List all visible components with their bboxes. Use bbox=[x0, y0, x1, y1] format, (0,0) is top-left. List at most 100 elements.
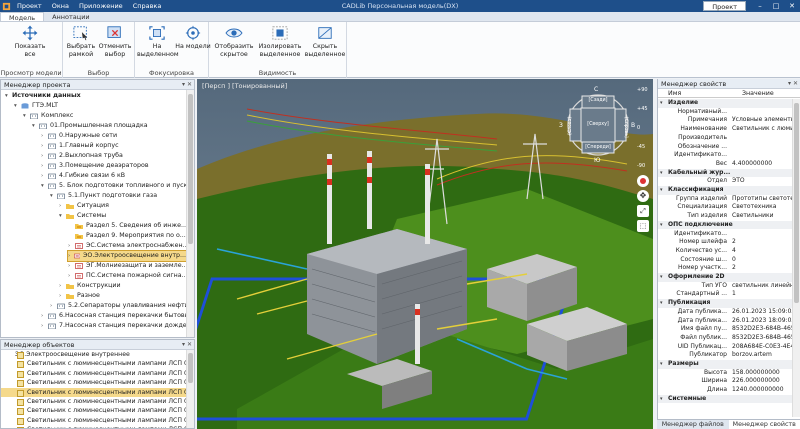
property-row[interactable]: Примечания Условные элементы bbox=[658, 116, 792, 125]
property-row[interactable]: Ширина 226.000000000 bbox=[658, 377, 792, 386]
focus-selected-button[interactable]: На выделенном bbox=[137, 25, 179, 58]
tree-node[interactable]: › 1.Главный корпус bbox=[41, 141, 119, 151]
property-row[interactable]: Отдел ЭТО bbox=[658, 177, 792, 186]
property-row[interactable]: Обозначение ... bbox=[658, 143, 792, 152]
expand-arrow-icon[interactable]: ▾ bbox=[59, 211, 66, 221]
tree-node[interactable]: › 0.Наружные сети bbox=[41, 131, 117, 141]
property-row[interactable]: Идентификато... bbox=[658, 151, 792, 160]
property-row[interactable]: Нормативный... bbox=[658, 108, 792, 117]
property-section[interactable]: Оформление 2D bbox=[658, 273, 792, 282]
expand-arrow-icon[interactable]: ▾ bbox=[23, 111, 30, 121]
project-tree-scrollbar[interactable] bbox=[186, 90, 194, 337]
tree-node[interactable]: › 2.Выхлопная труба bbox=[41, 151, 123, 161]
property-section[interactable]: Классификация bbox=[658, 186, 792, 195]
tree-node[interactable]: › 6.Насосная станция перекачки бытовых ..… bbox=[41, 311, 186, 321]
cube-face-top[interactable]: [Сзади] bbox=[583, 98, 613, 103]
property-row[interactable]: Имя файл пу... 8532D2E3-684B-465... bbox=[658, 325, 792, 334]
expand-arrow-icon[interactable]: › bbox=[41, 171, 48, 181]
tree-node[interactable]: ▾ Источники данных bbox=[5, 91, 81, 101]
ribbon-tab[interactable]: Аннотации bbox=[44, 12, 98, 21]
property-grid-scrollbar[interactable] bbox=[792, 99, 800, 417]
property-section[interactable]: Кабельный жур... bbox=[658, 168, 792, 178]
expand-arrow-icon[interactable]: › bbox=[59, 291, 66, 301]
pan-icon[interactable]: ✥ bbox=[637, 190, 649, 202]
object-list-item[interactable]: Светильник с люминесцентными лампами ЛСП… bbox=[1, 369, 186, 379]
hide-selected-button[interactable]: Скрыть выделенное bbox=[303, 25, 347, 58]
menu-item[interactable]: Проект bbox=[12, 0, 47, 12]
property-row[interactable]: Тип УГО светильник линейн... bbox=[658, 282, 792, 291]
cube-face-center[interactable]: [Сверху] bbox=[583, 122, 613, 127]
bottom-tab[interactable]: Менеджер файлов bbox=[657, 420, 729, 429]
property-section[interactable]: Размеры bbox=[658, 360, 792, 369]
column-value[interactable]: Значение bbox=[732, 89, 774, 97]
object-list-scrollbar[interactable] bbox=[186, 350, 194, 428]
property-section[interactable]: ОПС подключение bbox=[658, 220, 792, 230]
tree-node[interactable]: › 3.Помещение деаэраторов bbox=[41, 161, 149, 171]
expand-arrow-icon[interactable]: › bbox=[41, 131, 48, 141]
property-row[interactable]: Дата публика... 26.01.2023 18:09:03 bbox=[658, 317, 792, 326]
expand-arrow-icon[interactable]: › bbox=[59, 201, 66, 211]
tree-node[interactable]: › 5.2.Сепараторы улавливания нефти bbox=[50, 301, 186, 311]
zoom-extents-icon[interactable]: ⤢ bbox=[637, 205, 649, 217]
expand-arrow-icon[interactable]: ▾ bbox=[50, 191, 57, 201]
isolate-selected-button[interactable]: Изолировать выделенное bbox=[257, 25, 303, 58]
property-row[interactable]: UID Публикац... 208A684E-C0E3-4E4... bbox=[658, 343, 792, 352]
zoom-window-icon[interactable]: ⬚ bbox=[637, 220, 649, 232]
property-row[interactable]: Группа изделий Прототипы светоте... bbox=[658, 195, 792, 204]
menu-item[interactable]: Приложение bbox=[74, 0, 128, 12]
expand-arrow-icon[interactable]: › bbox=[41, 321, 48, 331]
property-row[interactable]: Идентификато... bbox=[658, 230, 792, 239]
property-row[interactable]: Номер участк... 2 bbox=[658, 264, 792, 273]
tree-node[interactable]: ▾ 5. Блок подготовки топливного и пусков.… bbox=[41, 181, 186, 191]
close-icon[interactable]: ✕ bbox=[784, 0, 800, 12]
tree-node[interactable]: › Конструкции bbox=[59, 281, 121, 291]
property-row[interactable]: Стандартный ... 1 bbox=[658, 290, 792, 299]
view-cube[interactable]: [Сзади] [Сверху] [Спереди] [Слева] [Спра… bbox=[559, 84, 635, 166]
panel-pin-icon[interactable]: ▾ ✕ bbox=[182, 340, 192, 350]
object-list-item[interactable]: Светильник с люминесцентными лампами ЛСП… bbox=[1, 359, 186, 369]
property-row[interactable]: Тип изделия Светильники bbox=[658, 212, 792, 221]
property-row[interactable]: Состояние ш... 0 bbox=[658, 256, 792, 265]
tree-node[interactable]: › Ситуация bbox=[59, 201, 109, 211]
property-row[interactable]: Публикатор borzov.artem bbox=[658, 351, 792, 360]
cube-face-right[interactable]: [Справа] bbox=[614, 117, 628, 138]
tree-node[interactable]: ▾ 5.1.Пункт подготовки газа bbox=[50, 191, 157, 201]
cube-face-left[interactable]: [Слева] bbox=[568, 117, 582, 135]
property-row[interactable]: Длина 1240.000000000 bbox=[658, 386, 792, 395]
tree-node[interactable]: ▾ Системы bbox=[59, 211, 106, 221]
property-row[interactable]: Дата публика... 26.01.2023 15:09:03 bbox=[658, 308, 792, 317]
property-row[interactable]: Количество ус... 4 bbox=[658, 247, 792, 256]
object-list-item[interactable]: Светильник с люминесцентными лампами ЛСП… bbox=[1, 406, 186, 416]
property-section[interactable]: Системные bbox=[658, 394, 792, 404]
cancel-select-button[interactable]: Отменить выбор bbox=[95, 25, 135, 58]
orbit-icon[interactable] bbox=[637, 175, 649, 187]
property-section[interactable]: Публикация bbox=[658, 299, 792, 308]
expand-arrow-icon[interactable]: › bbox=[68, 271, 75, 281]
object-list-item[interactable]: Светильник с люминесцентными лампами ЛСП… bbox=[1, 378, 186, 388]
expand-arrow-icon[interactable]: › bbox=[68, 241, 75, 251]
tree-node[interactable]: ▾ 01.Промышленная площадка bbox=[32, 121, 148, 131]
tree-node[interactable]: › ЭО.Электроосвещение внутр... bbox=[67, 250, 186, 262]
object-list-item[interactable]: Светильник с люминесцентными лампами ЛСП… bbox=[1, 416, 186, 426]
menu-item[interactable]: Окна bbox=[47, 0, 74, 12]
expand-arrow-icon[interactable]: ▾ bbox=[14, 101, 21, 111]
maximize-icon[interactable]: □ bbox=[768, 0, 784, 12]
bottom-tab[interactable]: Менеджер свойств bbox=[728, 420, 800, 429]
property-row[interactable]: Высота 158.000000000 bbox=[658, 369, 792, 378]
property-row[interactable]: Номер шлейфа 2 bbox=[658, 238, 792, 247]
tree-node[interactable]: ▾ ГТЭ.MLT bbox=[14, 101, 58, 111]
tree-node[interactable]: › 7.Насосная станция перекачки дождевы... bbox=[41, 321, 186, 331]
expand-arrow-icon[interactable]: ▾ bbox=[41, 181, 48, 191]
property-row[interactable]: Вес 4.400000000 bbox=[658, 160, 792, 169]
focus-model-button[interactable]: На модели bbox=[173, 25, 213, 51]
column-name[interactable]: Имя bbox=[658, 89, 732, 97]
expand-arrow-icon[interactable]: › bbox=[41, 161, 48, 171]
property-row[interactable]: Файл публик... 8532D2E3-684B-465... bbox=[658, 334, 792, 343]
expand-arrow-icon[interactable]: › bbox=[41, 311, 48, 321]
object-list-item[interactable]: Светильник с люминесцентными лампами ЛСП… bbox=[1, 397, 186, 407]
cube-face-bottom[interactable]: [Спереди] bbox=[583, 145, 613, 150]
tree-node[interactable]: › ЭГ.Молниезащита и заземле... bbox=[68, 261, 186, 271]
property-row[interactable]: Наименование Светильник с люми... bbox=[658, 125, 792, 134]
tree-node[interactable]: ▾ Комплекс bbox=[23, 111, 73, 121]
expand-arrow-icon[interactable]: › bbox=[59, 281, 66, 291]
